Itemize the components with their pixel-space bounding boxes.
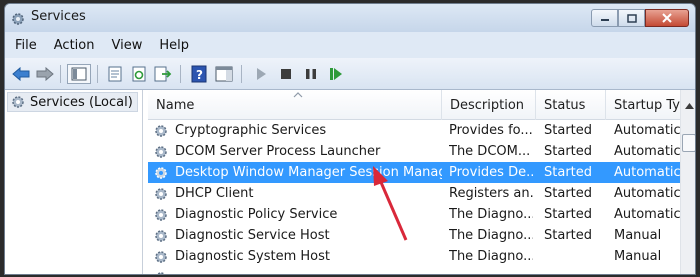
services-gear-icon [11,95,25,113]
menu-file[interactable]: File [15,38,37,53]
back-icon[interactable] [11,64,31,84]
service-startup-type: Automatic [614,144,680,159]
service-status: Started [544,144,593,159]
stop-icon[interactable] [276,64,296,84]
window-title: Services [31,9,86,24]
service-description: Provides De... [449,165,533,180]
menu-view[interactable]: View [111,38,142,53]
service-status: Started [544,123,593,138]
refresh-icon[interactable] [129,64,149,84]
table-row-selected[interactable]: Desktop Window Manager Session Manager P… [148,162,680,183]
tree-item-services-local[interactable]: Services (Local) [7,92,138,112]
menu-help[interactable]: Help [159,38,189,53]
service-status: Started [544,228,593,243]
service-startup-type: Manual [614,228,662,243]
services-gear-icon [11,11,25,25]
service-status [544,246,604,267]
minimize-button[interactable] [591,9,618,27]
console-tree: Services (Local) [5,90,143,274]
close-icon [662,13,672,23]
service-name: Desktop Window Manager Session Manager [175,165,442,180]
content-area: Services (Local) Name Description Status… [5,90,695,274]
toolbar-separator [180,65,181,83]
table-row[interactable]: Diagnostic System Host The Diagno... Man… [148,246,680,267]
service-status: Started [544,165,593,180]
close-button[interactable] [645,9,689,27]
export-list-icon[interactable] [153,64,173,84]
service-name: DCOM Server Process Launcher [175,144,381,159]
service-description: The Diagno... [449,207,533,222]
scrollbar-thumb[interactable] [682,134,695,152]
service-description: Provides fo... [449,123,533,138]
list-header: Name Description Status Startup Typ [148,90,680,120]
table-row[interactable]: Cryptographic Services Provides fo... St… [148,120,680,141]
service-gear-icon [154,270,168,274]
service-gear-icon [154,228,168,247]
service-gear-icon [154,144,168,163]
restart-icon[interactable] [326,64,346,84]
properties-icon[interactable] [105,64,125,84]
service-name: Cryptographic Services [175,123,327,138]
service-status: Started [544,186,593,201]
service-description: The DCOM... [449,144,531,159]
toolbar-separator [60,65,61,83]
service-name: Diagnostic Policy Service [175,207,338,222]
service-gear-icon [154,123,168,142]
chevron-up-icon [684,103,694,109]
services-window: Services File Action View Help ? Service… [4,3,696,275]
service-startup-type: Automatic [614,165,680,180]
show-hide-console-tree-icon[interactable] [67,64,91,84]
action-pane-icon[interactable] [214,64,234,84]
minimize-icon [600,19,609,21]
scroll-up-button[interactable] [681,98,695,114]
service-gear-icon [154,186,168,205]
table-row-partial[interactable] [148,267,680,274]
forward-icon[interactable] [35,64,55,84]
service-description: Registers an... [449,186,533,201]
service-startup-type: Automatic [614,123,680,138]
help-icon[interactable]: ? [189,64,209,84]
tree-item-label: Services (Local) [30,94,133,110]
column-header-status[interactable]: Status [536,90,606,120]
toolbar-separator [241,65,242,83]
service-name: Diagnostic System Host [175,249,331,264]
service-name: Diagnostic Service Host [175,228,330,243]
pause-icon[interactable] [301,64,321,84]
service-name: DHCP Client [175,186,254,201]
maximize-button[interactable] [618,9,645,27]
service-startup-type: Automatic [614,186,680,201]
service-startup-type: Automatic [614,207,680,222]
table-row[interactable]: DHCP Client Registers an... Started Auto… [148,183,680,204]
title-bar[interactable]: Services [5,4,695,32]
maximize-icon [626,13,637,23]
service-description: The Diagno... [449,228,533,243]
service-gear-icon [154,249,168,268]
toolbar: ? [5,58,695,90]
service-description: The Diagno... [449,249,533,264]
vertical-scrollbar[interactable] [680,90,695,274]
svg-text:?: ? [196,68,203,82]
services-list: Name Description Status Startup Typ Cryp… [148,90,695,274]
service-gear-icon [154,165,168,184]
service-gear-icon [154,207,168,226]
table-row[interactable]: Diagnostic Policy Service The Diagno... … [148,204,680,225]
service-status: Started [544,207,593,222]
menu-bar: File Action View Help [5,32,695,58]
table-row[interactable]: Diagnostic Service Host The Diagno... St… [148,225,680,246]
menu-action[interactable]: Action [54,38,95,53]
toolbar-separator [97,65,98,83]
table-row[interactable]: DCOM Server Process Launcher The DCOM...… [148,141,680,162]
start-icon[interactable] [251,64,271,84]
service-startup-type: Manual [614,249,662,264]
column-header-startup-type[interactable]: Startup Typ [606,90,680,120]
sort-ascending-icon [293,92,303,98]
column-header-description[interactable]: Description [442,90,536,120]
